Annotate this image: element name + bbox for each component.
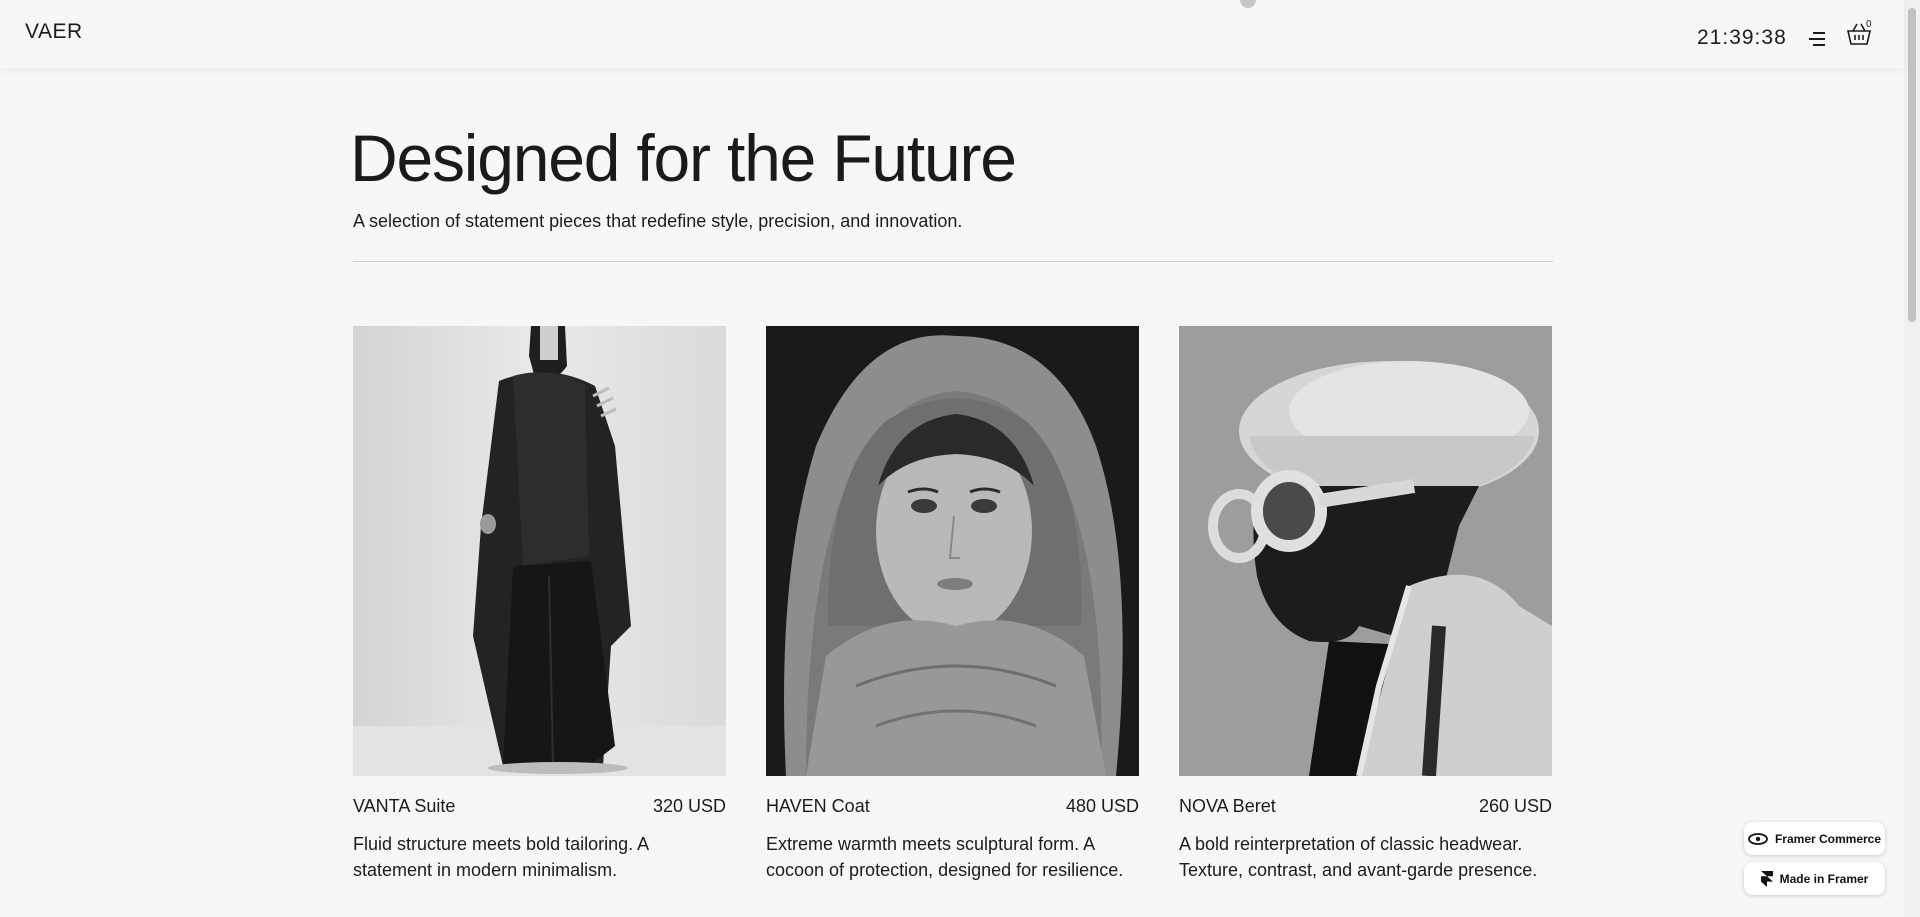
framer-logo-icon [1760, 870, 1773, 887]
cart-count-badge: 0 [1866, 19, 1872, 30]
site-header: VAER 21:39:38 0 [0, 0, 1904, 68]
made-in-framer-label: Made in Framer [1779, 871, 1869, 886]
scrollbar-thumb[interactable] [1908, 8, 1916, 322]
framer-commerce-badge[interactable]: Framer Commerce [1744, 822, 1885, 855]
menu-icon[interactable] [1805, 30, 1825, 48]
page-subtitle: A selection of statement pieces that red… [353, 211, 963, 231]
brand-logo[interactable]: VAER [25, 20, 83, 44]
framer-commerce-icon [1748, 832, 1768, 845]
made-in-framer-badge[interactable]: Made in Framer [1744, 862, 1885, 895]
product-card[interactable]: HAVEN Coat 480 USD Extreme warmth meets … [766, 326, 1139, 883]
product-image[interactable] [1179, 326, 1552, 776]
product-description: Extreme warmth meets sculptural form. A … [766, 834, 1124, 880]
product-meta: HAVEN Coat 480 USD [766, 796, 1139, 817]
product-description: Fluid structure meets bold tailoring. A … [353, 834, 649, 880]
product-meta: NOVA Beret 260 USD [1179, 796, 1552, 817]
product-price: 260 USD [1478, 796, 1552, 816]
product-meta: VANTA Suite 320 USD [353, 796, 726, 817]
product-name[interactable]: VANTA Suite [353, 796, 455, 817]
product-image[interactable] [353, 326, 726, 776]
product-image[interactable] [766, 326, 1139, 776]
product-name[interactable]: HAVEN Coat [766, 796, 870, 817]
product-name[interactable]: NOVA Beret [1179, 796, 1276, 817]
page-title: Designed for the Future [350, 121, 1017, 195]
product-card[interactable]: VANTA Suite 320 USD Fluid structure meet… [353, 326, 726, 883]
product-price: 320 USD [652, 796, 726, 816]
framer-commerce-label: Framer Commerce [1774, 831, 1882, 846]
decorative-dot [1240, 0, 1256, 8]
product-description: A bold reinterpretation of classic headw… [1179, 834, 1538, 880]
header-clock: 21:39:38 [1697, 26, 1787, 49]
divider [353, 261, 1553, 262]
product-price: 480 USD [1065, 796, 1139, 816]
product-card[interactable]: NOVA Beret 260 USD A bold reinterpretati… [1179, 326, 1552, 883]
page-scrollbar[interactable] [1904, 0, 1920, 917]
